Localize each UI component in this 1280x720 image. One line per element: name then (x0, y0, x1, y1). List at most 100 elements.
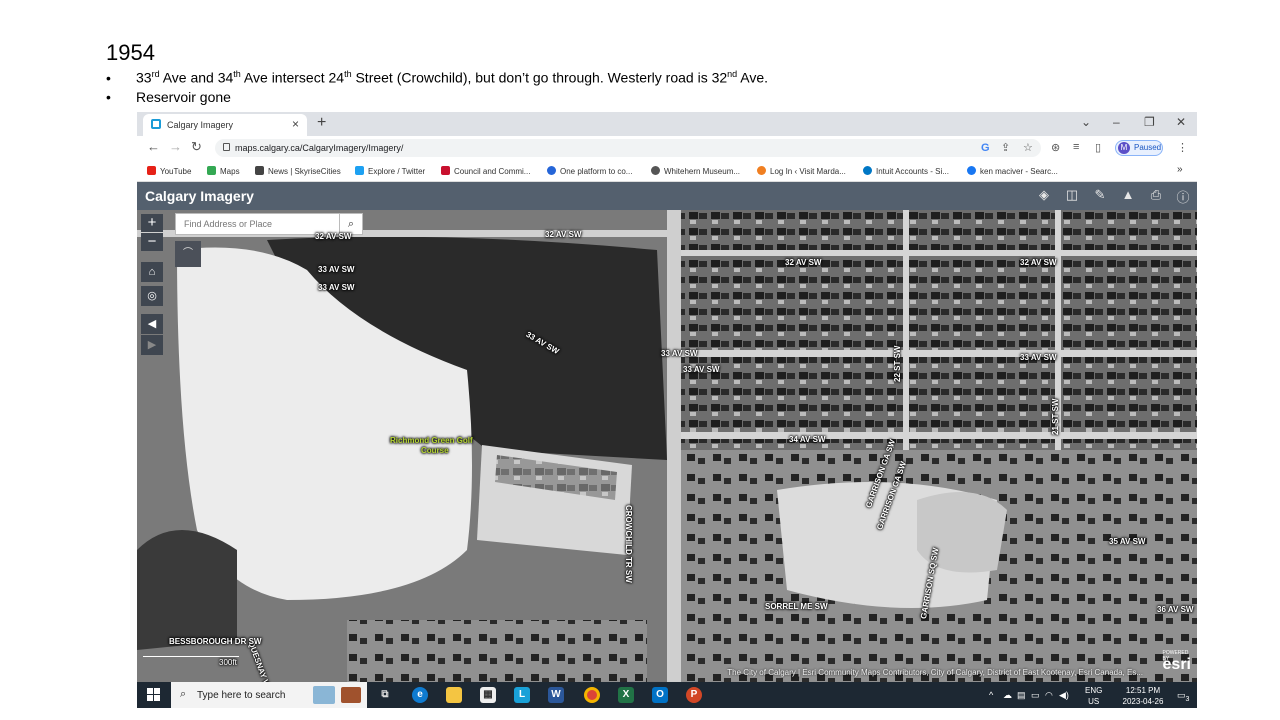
windows-taskbar: ⌕ Type here to search ⧉ e ▦ L W X O P ^ … (137, 682, 1197, 708)
twitter-icon (355, 166, 364, 175)
wifi-icon[interactable]: ◠ (1045, 690, 1053, 701)
side-panel-icon[interactable]: ▯ (1095, 141, 1101, 154)
chrome-icon[interactable] (584, 687, 600, 703)
street-label: SORREL ME SW (765, 602, 828, 611)
street-label: 33 AV SW (683, 365, 720, 374)
language-indicator[interactable]: ENG US (1085, 685, 1102, 707)
maximize-icon[interactable]: ❐ (1144, 115, 1155, 129)
notifications-icon[interactable]: ▭3 (1177, 690, 1189, 703)
scale-label: 300ft (219, 658, 237, 667)
word-icon[interactable]: W (548, 687, 564, 703)
more-bookmarks-chevron[interactable]: » (1177, 164, 1183, 175)
street-label: 22 ST SW (893, 345, 902, 382)
zoom-out-button[interactable]: − (141, 233, 163, 251)
bookmark-facebook[interactable]: ken maciver - Searc... (967, 166, 1058, 176)
powerpoint-icon[interactable]: P (686, 687, 702, 703)
avatar: M (1118, 142, 1130, 154)
outlook-icon[interactable]: O (652, 687, 668, 703)
reading-list-icon[interactable]: ≡ (1073, 141, 1079, 153)
new-tab-button[interactable]: + (317, 114, 326, 132)
zoom-in-button[interactable]: + (141, 214, 163, 232)
excel-icon[interactable]: X (618, 687, 634, 703)
layers-icon[interactable]: ◈ (1035, 187, 1053, 205)
street-label: 32 AV SW (785, 258, 822, 267)
address-bar[interactable]: maps.calgary.ca/CalgaryImagery/Imagery/ … (215, 139, 1041, 157)
search-icon[interactable]: ⌕ (339, 214, 362, 234)
lock-icon (223, 143, 230, 151)
onedrive-icon[interactable]: ☁ (1003, 690, 1012, 701)
search-highlight-icon (313, 686, 335, 704)
slide-title: 1954 (106, 40, 155, 65)
street-label: CROWCHILD TR SW (624, 505, 633, 583)
street-label: 34 AV SW (789, 435, 826, 444)
bookmark-intuit[interactable]: Intuit Accounts - Si... (863, 166, 949, 176)
measure-ruler-icon[interactable]: ✎ (1091, 187, 1109, 205)
calgary-favicon-icon (151, 119, 161, 129)
forward-arrow-icon[interactable]: → (169, 139, 182, 154)
bookmark-visit-marda[interactable]: Log In ‹ Visit Marda... (757, 166, 846, 176)
print-icon[interactable]: ⎙ (1147, 187, 1165, 205)
aerial-map[interactable]: + − ⌂ ◎ ◀ ▶ Find Address or Place ⌕ ⌒ 32… (137, 210, 1197, 682)
search-placeholder: Find Address or Place (184, 219, 273, 229)
tab-strip: Calgary Imagery × + ⌄ – ❐ ✕ (137, 112, 1197, 136)
previous-extent-arrow-icon[interactable]: ◀ (141, 314, 163, 334)
system-clock[interactable]: 12:51 PM 2023-04-26 (1113, 685, 1173, 707)
aerial-imagery (137, 210, 1197, 682)
street-label: 33 AV SW (318, 265, 355, 274)
taskbar-search[interactable]: ⌕ Type here to search (171, 682, 367, 708)
street-label: 36 AV SW (1157, 605, 1194, 614)
globe-icon (651, 166, 660, 175)
bookmark-one-platform[interactable]: One platform to co... (547, 166, 632, 176)
street-label: BESSBOROUGH DR SW (169, 637, 262, 646)
bookmark-skyrisecities[interactable]: News | SkyriseCities (255, 166, 341, 176)
minimize-icon[interactable]: – (1113, 115, 1120, 129)
next-extent-arrow-icon[interactable]: ▶ (141, 335, 163, 355)
bullet-1: • 33rd Ave and 34th Ave intersect 24th St… (106, 69, 769, 86)
back-arrow-icon[interactable]: ← (147, 139, 160, 154)
street-label: 33 AV SW (318, 283, 355, 292)
bookmark-maps[interactable]: Maps (207, 166, 240, 176)
youtube-icon (147, 166, 156, 175)
windows-start-icon[interactable] (147, 688, 161, 702)
street-label: 32 AV SW (1020, 258, 1057, 267)
map-attribution: The City of Calgary | Esri Community Map… (727, 668, 1143, 677)
browser-toolbar: ← → ↻ maps.calgary.ca/CalgaryImagery/Ima… (137, 136, 1197, 160)
bookmark-star-icon[interactable]: ☆ (1023, 141, 1033, 154)
file-explorer-icon[interactable] (446, 687, 462, 703)
bookmark-council[interactable]: Council and Commi... (441, 166, 530, 176)
bookmark-youtube[interactable]: YouTube (147, 166, 191, 176)
menu-kebab-icon[interactable]: ⋮ (1177, 141, 1188, 154)
edge-icon[interactable]: e (412, 687, 428, 703)
close-window-icon[interactable]: ✕ (1176, 115, 1186, 129)
task-view-icon[interactable]: ⧉ (377, 687, 393, 703)
network-icon[interactable]: ▤ (1017, 690, 1026, 701)
basemap-toggle-icon[interactable]: ⌒ (175, 241, 201, 267)
tab-calgary-imagery[interactable]: Calgary Imagery × (143, 114, 307, 136)
maps-icon (207, 166, 216, 175)
locate-icon[interactable]: ◎ (141, 286, 163, 306)
reload-icon[interactable]: ↻ (191, 139, 202, 155)
profile-button[interactable]: M Paused (1115, 140, 1163, 156)
education-cap-icon[interactable]: ▲ (1119, 187, 1137, 205)
close-tab-icon[interactable]: × (292, 117, 299, 131)
l-app-icon[interactable]: L (514, 687, 530, 703)
poi-label: Course (421, 446, 449, 455)
share-icon[interactable]: ⇪ (1001, 141, 1010, 154)
street-label: 33 AV SW (661, 349, 698, 358)
tray-chevron-icon[interactable]: ^ (989, 690, 993, 700)
home-icon[interactable]: ⌂ (141, 262, 163, 282)
google-icon[interactable]: G (981, 142, 990, 154)
bookmark-whitehern[interactable]: Whitehern Museum... (651, 166, 740, 176)
esri-logo: POWERED BY esri (1162, 650, 1191, 673)
store-icon[interactable]: ▦ (480, 687, 496, 703)
street-label: 33 AV SW (1020, 353, 1057, 362)
swipe-compare-icon[interactable]: ◫ (1063, 187, 1081, 205)
tab-search-chevron-icon[interactable]: ⌄ (1081, 115, 1091, 129)
street-label: 35 AV SW (1109, 537, 1146, 546)
battery-icon[interactable]: ▭ (1031, 690, 1040, 701)
extension-icon[interactable]: ⊛ (1051, 141, 1060, 154)
street-label: 21 ST SW (1051, 398, 1060, 435)
volume-icon[interactable]: ◀) (1059, 690, 1069, 701)
info-icon[interactable]: ⓘ (1174, 187, 1192, 205)
bookmark-twitter[interactable]: Explore / Twitter (355, 166, 425, 176)
